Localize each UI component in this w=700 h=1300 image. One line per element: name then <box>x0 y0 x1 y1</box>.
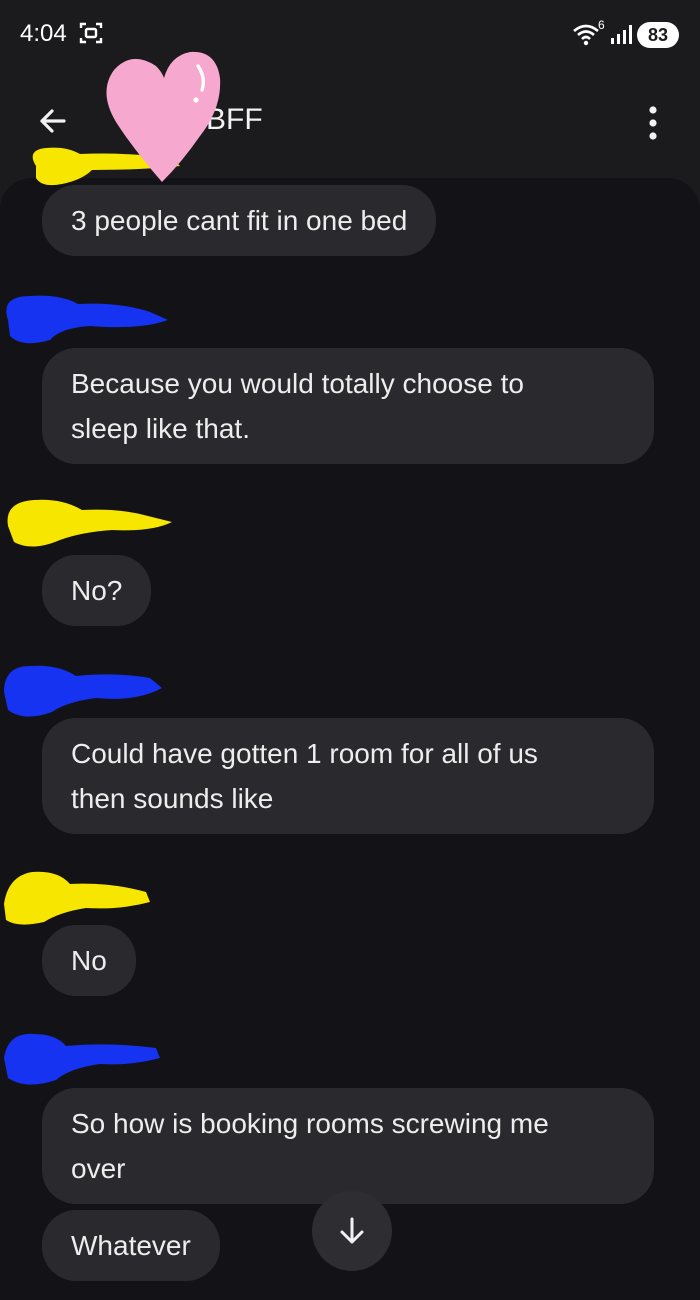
redaction-scribble-blue <box>4 665 162 717</box>
status-time: 4:04 <box>20 20 67 47</box>
arrow-down-icon <box>340 1217 364 1244</box>
message-bubble[interactable]: So how is booking rooms screwing me over <box>42 1088 654 1204</box>
message-bubble[interactable]: Could have gotten 1 room for all of us t… <box>42 718 654 834</box>
redaction-scribble-yellow <box>7 499 172 547</box>
message-bubble[interactable]: Whatever <box>42 1210 220 1281</box>
screen-record-icon <box>79 22 103 44</box>
heart-sticker <box>106 51 221 182</box>
signal-icon <box>611 25 632 44</box>
redaction-scribble-blue <box>4 1033 160 1085</box>
redaction-scribble-blue <box>6 295 168 344</box>
messaging-screen: 4:04 6 83 BFF 3 people cant fit in one b… <box>0 0 700 1300</box>
wifi-icon <box>573 24 599 46</box>
message-bubble[interactable]: No <box>42 925 136 996</box>
redaction-scribble-yellow <box>4 871 150 925</box>
more-vert-icon[interactable] <box>636 100 670 146</box>
arrow-left-icon[interactable] <box>30 98 76 144</box>
scroll-to-bottom-button[interactable] <box>312 1191 392 1271</box>
battery-icon: 83 <box>637 22 679 48</box>
wifi-badge: 6 <box>598 18 605 32</box>
message-bubble[interactable]: No? <box>42 555 152 626</box>
message-bubble[interactable]: Because you would totally choose to slee… <box>42 348 654 464</box>
